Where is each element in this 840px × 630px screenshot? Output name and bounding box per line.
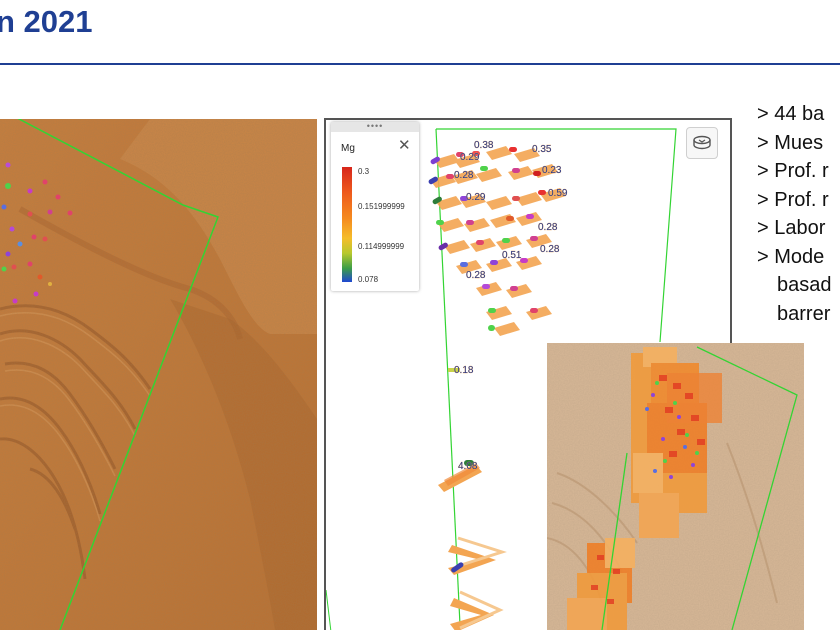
bullet-continuation: barrer [777, 302, 831, 325]
color-legend-panel[interactable]: •••• Mg ✕ 0.3 0.151999999 0.114999999 0.… [331, 122, 419, 291]
legend-variable-name: Mg [341, 143, 355, 154]
sample-label: 4.08 [458, 461, 478, 472]
sample-label: 0.28 [540, 244, 560, 255]
sample-label: 0.35 [532, 144, 552, 155]
view-cube-button[interactable] [686, 127, 718, 159]
legend-min-value: 0.078 [358, 275, 379, 284]
sample-label: 0.18 [454, 365, 474, 376]
slide-title: n 2021 [0, 4, 93, 39]
bullet-item: > 44 ba [757, 103, 825, 125]
bullet-item: > Prof. r [757, 188, 829, 211]
bullet-continuation: basad [777, 274, 832, 296]
sample-label: 0.29 [466, 192, 486, 203]
sample-label: 0.28 [466, 270, 486, 281]
bullet-item: > Mode [757, 245, 825, 268]
sample-label: 0.23 [542, 165, 562, 176]
sample-label: 0.59 [548, 188, 568, 199]
legend-value: 0.151999999 [358, 202, 405, 211]
sample-label: 0.38 [474, 140, 494, 151]
bullet-list: > 44 ba > Mues > Prof. r > Prof. r > Lab… [757, 100, 840, 328]
bullet-item: > Prof. r [757, 160, 829, 182]
sample-label: 0.29 [460, 152, 480, 163]
legend-color-ramp [342, 167, 352, 282]
sample-label: 0.28 [538, 222, 558, 233]
sample-label: 0.28 [454, 170, 474, 181]
drag-handle-icon[interactable]: •••• [331, 122, 419, 132]
block-model-inset[interactable] [547, 343, 804, 630]
bullet-item: > Mues [757, 131, 824, 154]
title-divider [0, 63, 840, 65]
sample-label: 0.51 [502, 250, 522, 261]
close-icon[interactable]: ✕ [398, 138, 411, 154]
terrain-view-left[interactable] [0, 119, 317, 630]
bullet-item: > Labor [757, 217, 826, 239]
cube-view-icon [693, 135, 711, 150]
legend-max-value: 0.3 [358, 167, 370, 176]
legend-value: 0.114999999 [358, 242, 405, 251]
